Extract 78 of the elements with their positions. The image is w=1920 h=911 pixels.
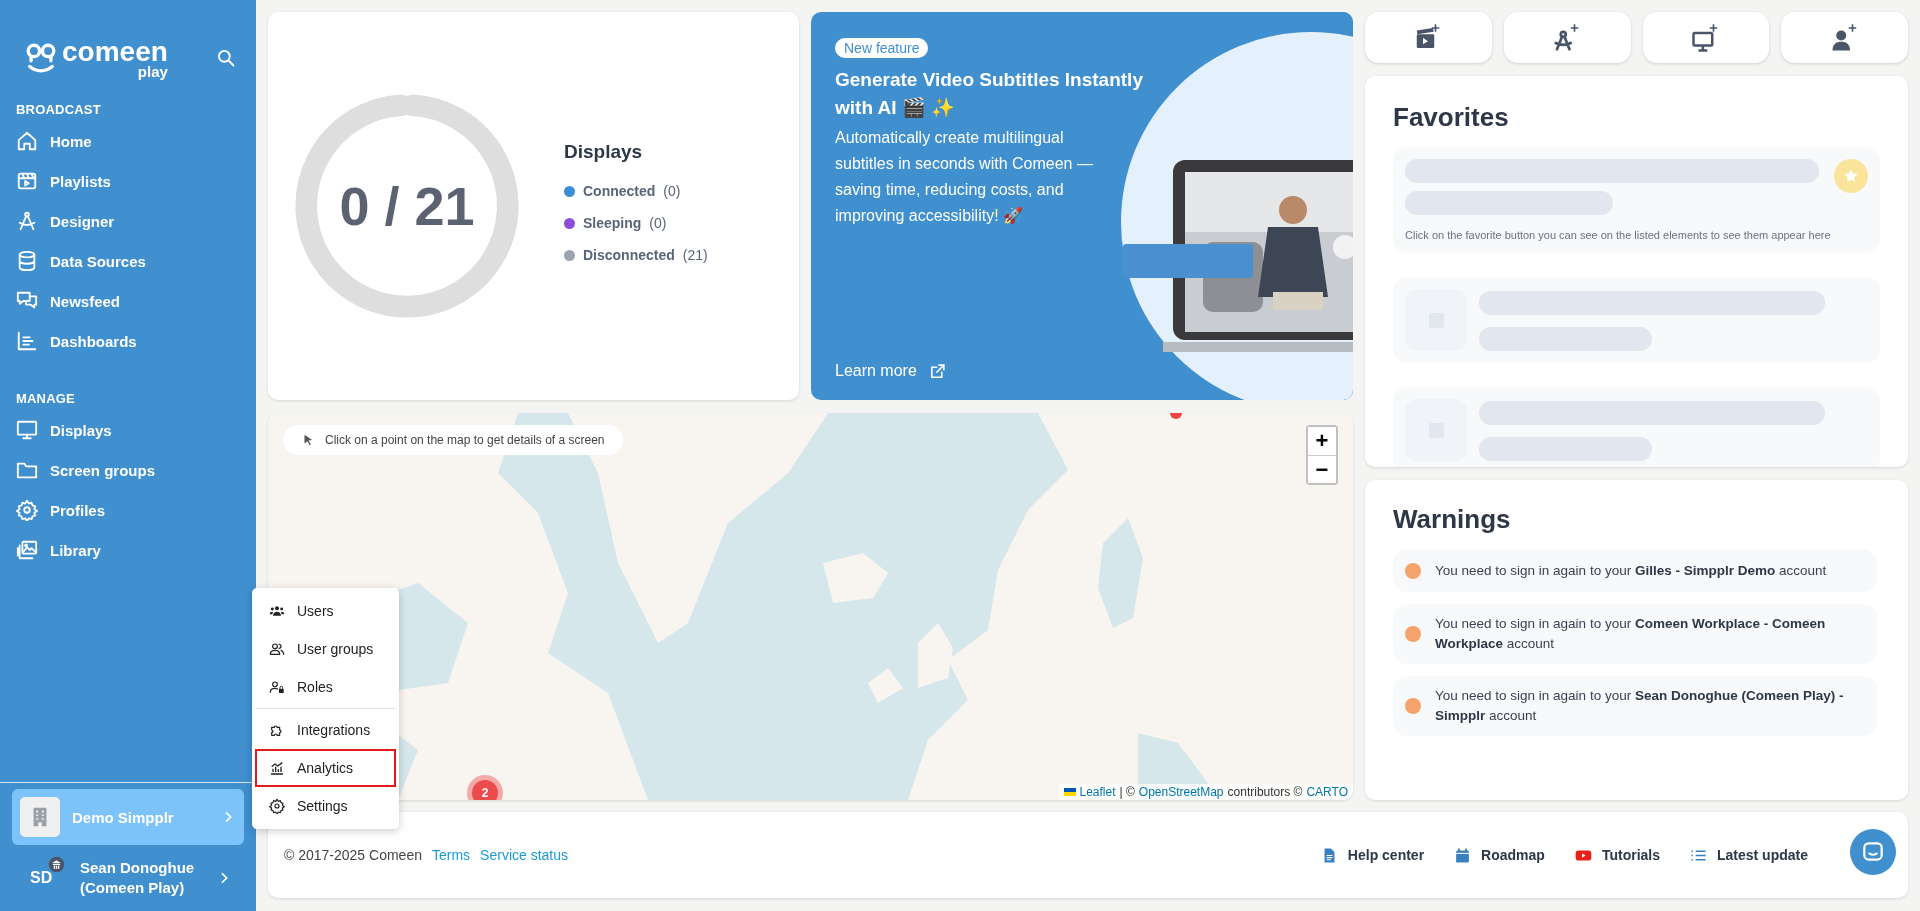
- warning-dot: [1405, 626, 1421, 642]
- menu-item[interactable]: Analytics: [255, 749, 396, 787]
- home-icon: [16, 130, 38, 152]
- user-group-icon: [269, 641, 285, 657]
- resource-link[interactable]: Roadmap: [1454, 846, 1545, 864]
- users-icon: [269, 603, 285, 619]
- legend-label: Disconnected: [583, 247, 675, 263]
- user-name[interactable]: Sean Donoghue (Comeen Play): [80, 858, 200, 898]
- nav-item[interactable]: Playlists: [0, 161, 256, 201]
- images-icon: [16, 539, 38, 561]
- learn-more-link[interactable]: Learn more: [835, 362, 946, 380]
- quick-action-button[interactable]: [1781, 12, 1908, 63]
- card-title: Favorites: [1393, 102, 1510, 133]
- building-badge-icon: [48, 856, 65, 873]
- puzzle-icon: [269, 722, 285, 738]
- warning-text: You need to sign in again to your Comeen Workplace - Comeen Workplace account: [1435, 615, 1827, 653]
- logo-icon: [24, 41, 58, 75]
- monitor-icon: [16, 419, 38, 441]
- calendar-icon: [1454, 846, 1472, 864]
- user-initials: SD: [30, 869, 53, 886]
- display-count: 0 / 21: [339, 175, 475, 237]
- database-icon: [16, 250, 38, 272]
- card-title: Displays: [564, 141, 644, 163]
- gear-icon: [16, 499, 38, 521]
- warning-dot: [1405, 562, 1421, 579]
- hint-text: Click on a point on the map to get details of a screen: [325, 433, 605, 447]
- logo-subtitle: play: [137, 63, 168, 79]
- attribution-link[interactable]: CARTO: [1306, 785, 1348, 799]
- zoom-out-button[interactable]: −: [1308, 455, 1336, 483]
- nav-item[interactable]: Library: [0, 530, 256, 570]
- flag-icon: [1063, 788, 1076, 796]
- feature-title: Generate Video Subtitles Instantly with AI 🎬 ✨: [835, 68, 1144, 120]
- external-link-icon: [928, 362, 946, 380]
- quick-action-button[interactable]: [1642, 12, 1770, 63]
- attribution-text: contributors ©: [1227, 785, 1303, 799]
- legend-label: Connected: [583, 183, 656, 199]
- nav-item[interactable]: Displays: [0, 410, 256, 450]
- building-icon: [20, 797, 60, 837]
- nav-item[interactable]: Data Sources: [0, 241, 256, 281]
- nav-item[interactable]: Profiles: [0, 490, 256, 530]
- footer-link[interactable]: Service status: [480, 847, 569, 863]
- resource-link[interactable]: Latest update: [1690, 846, 1808, 864]
- copyright-text: © 2017-2025 Comeen: [284, 847, 422, 863]
- attribution-text: | ©: [1119, 785, 1135, 799]
- attribution-link[interactable]: OpenStreetMap: [1138, 785, 1224, 799]
- attribution-link[interactable]: Leaflet: [1079, 785, 1116, 799]
- quick-action-button[interactable]: [1365, 12, 1492, 63]
- warning-text: You need to sign in again to your Sean Donoghue (Comeen Play) - Simpplr account: [1435, 687, 1845, 725]
- list-chart-icon: [16, 330, 38, 352]
- warning-text: You need to sign in again to your Gilles - Simpplr Demo account: [1435, 561, 1827, 580]
- legend-count: (0): [649, 215, 667, 231]
- resource-link[interactable]: Help center: [1320, 846, 1425, 864]
- chart-icon: [269, 760, 285, 776]
- nav-item[interactable]: Dashboards: [0, 321, 256, 361]
- cluster-marker[interactable]: 2: [467, 775, 503, 800]
- nav-item[interactable]: Designer: [0, 201, 256, 241]
- gear-icon: [269, 798, 285, 814]
- search-icon[interactable]: [216, 48, 236, 68]
- card-title: Warnings: [1393, 504, 1512, 535]
- nav-item[interactable]: Home: [0, 121, 256, 161]
- section-heading: BROADCAST: [16, 102, 102, 117]
- user-lock-icon: [269, 679, 285, 695]
- favorites-hint: Click on the favorite button you can see on the listed elements to see them appear here: [1405, 229, 1832, 241]
- legend-count: (0): [663, 183, 681, 199]
- nav-item[interactable]: Newsfeed: [0, 281, 256, 321]
- feature-badge: New feature: [835, 38, 929, 58]
- clapperboard-icon: [16, 170, 38, 192]
- legend-label: Sleeping: [583, 215, 642, 231]
- nav-item[interactable]: Screen groups: [0, 450, 256, 490]
- legend-count: (21): [682, 247, 708, 263]
- logo-name: comeen: [62, 37, 168, 66]
- warning-dot: [1405, 698, 1421, 714]
- compass-icon: [16, 210, 38, 232]
- footer-link[interactable]: Terms: [431, 847, 471, 863]
- section-heading: MANAGE: [16, 391, 76, 406]
- feature-description: Automatically create multilingual subtitles in seconds with Comeen — saving time, reducing costs, and improving accessibility! 🚀: [835, 128, 1094, 226]
- resource-link[interactable]: Tutorials: [1574, 846, 1660, 864]
- quick-action-button[interactable]: [1503, 12, 1631, 63]
